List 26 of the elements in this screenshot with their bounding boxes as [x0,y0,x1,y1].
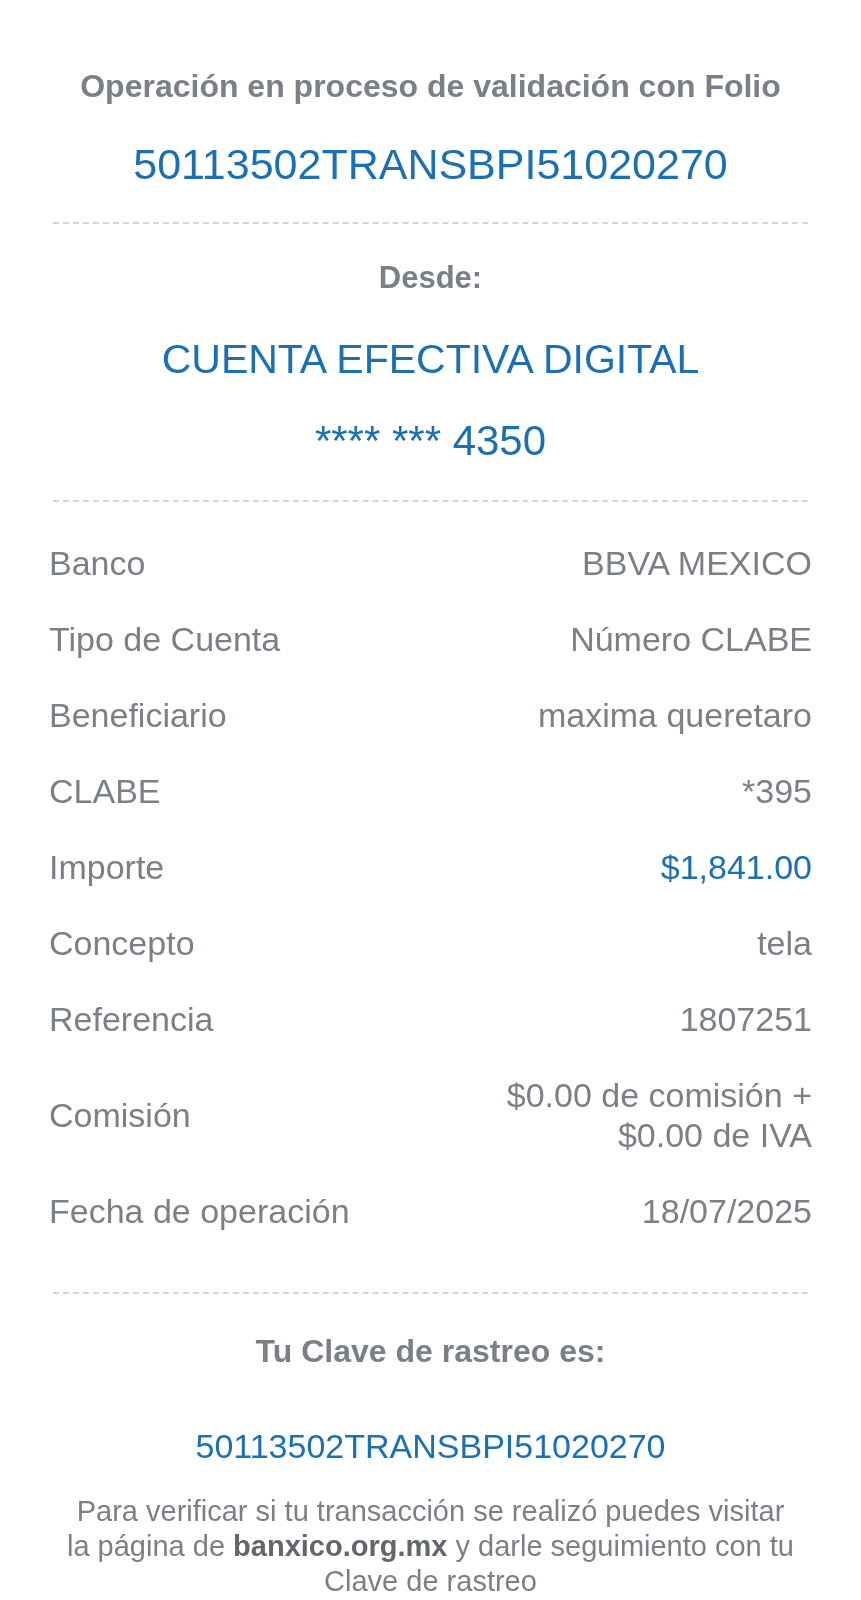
detail-value: Número CLABE [570,619,812,659]
detail-label: Tipo de Cuenta [49,619,281,659]
detail-value: 1807251 [679,999,812,1039]
tracking-label: Tu Clave de rastreo es: [255,1332,606,1371]
detail-label: Concepto [49,923,195,963]
detail-value: 18/07/2025 [641,1191,812,1231]
folio-number: 50113502TRANSBPI51020270 [133,139,728,189]
origin-label: Desde: [378,259,483,297]
detail-value: tela [757,923,812,963]
detail-label: Comisión [49,1095,191,1135]
detail-value: *395 [742,771,812,811]
detail-value: BBVA MEXICO [582,543,812,583]
detail-value: $1,841.00 [660,847,812,887]
detail-value: $0.00 de comisión + $0.00 de IVA [505,1075,812,1155]
header-title: Operación en proceso de validación con Folio [80,67,781,106]
detail-label: Beneficiario [49,695,227,735]
detail-label: Fecha de operación [49,1191,350,1231]
detail-label: Referencia [49,999,214,1039]
verification-note: Para verificar si tu transacción se realizó puedes visitar la página de banxico.org.mx y darle seguimiento con tu Clave de rastreo [66,1494,795,1599]
tracking-code: 50113502TRANSBPI51020270 [195,1426,666,1466]
detail-label: Importe [49,847,165,887]
account-number: **** *** 4350 [314,416,547,466]
detail-value: maxima queretaro [538,695,812,735]
detail-label: CLABE [49,771,161,811]
detail-label: Banco [49,543,146,583]
account-name: CUENTA EFECTIVA DIGITAL [161,335,700,384]
